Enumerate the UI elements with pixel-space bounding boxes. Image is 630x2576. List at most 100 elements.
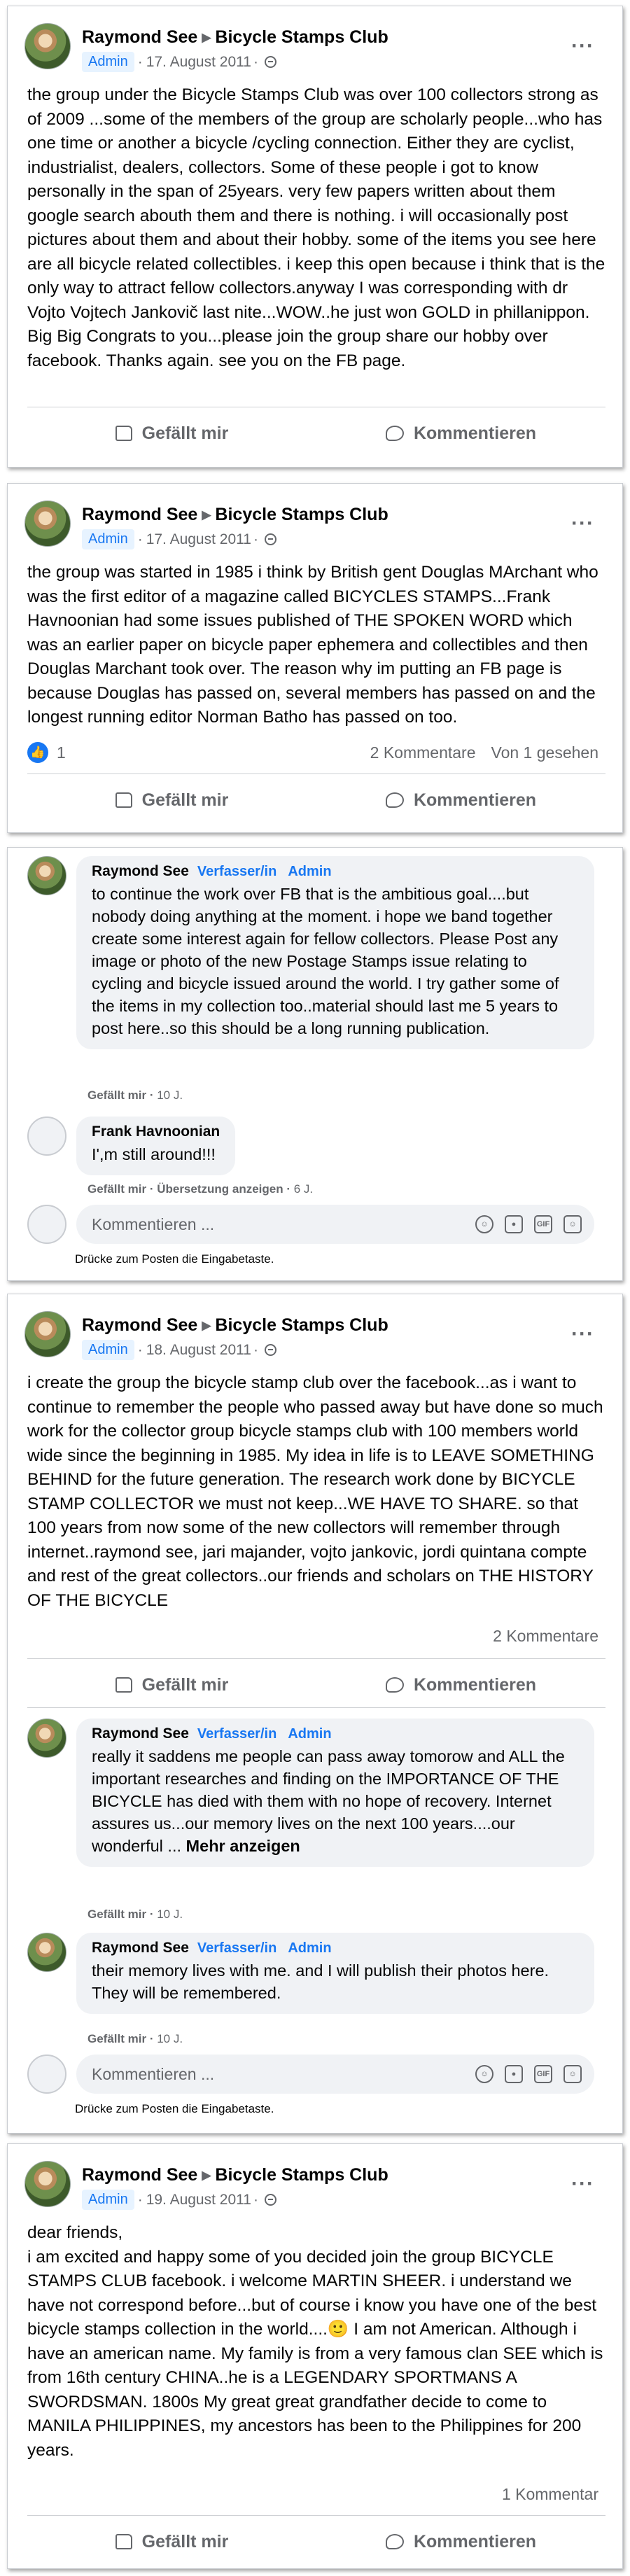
more-options-icon[interactable]: ··· [571,34,594,58]
gif-icon[interactable]: GIF [534,2065,552,2083]
comment-author-line: Raymond See Verfasser/in Admin [92,863,579,880]
comment-icon [385,426,404,441]
comment: Raymond See Verfasser/in Admin their mem… [27,1933,594,2014]
post-text: the group under the Bicycle Stamps Club … [27,85,606,370]
comment-author[interactable]: Raymond See [92,1940,189,1956]
divider [27,1658,606,1659]
comment-meta: Gefällt mir · Übersetzung anzeigen · 6 J… [88,1182,314,1196]
group-name[interactable]: Bicycle Stamps Club [215,505,388,524]
post-date[interactable]: 18. August 2011 [146,1342,251,1359]
comment-button[interactable]: Kommentieren [316,782,606,818]
post-meta: Admin · 17. August 2011 · [82,529,388,550]
like-button[interactable]: Gefällt mir [27,415,316,451]
sticker-icon[interactable]: ☺ [564,1215,582,1233]
comment-author-line: Frank Havnoonian [92,1124,220,1140]
comment-icon [385,2534,404,2549]
comment-meta: Gefällt mir · 10 J. [88,1088,183,1102]
group-name[interactable]: Bicycle Stamps Club [215,2165,388,2185]
author-name[interactable]: Raymond See [82,27,197,47]
comment-age[interactable]: 6 J. [294,1182,313,1196]
comment-thread: Raymond See Verfasser/in Admin to contin… [7,847,623,1281]
admin-badge: Admin [82,1340,134,1360]
admin-badge: Admin [288,1726,332,1742]
avatar[interactable] [27,1116,66,1156]
avatar[interactable] [27,856,66,895]
emoji-icon[interactable]: ☺ [475,1215,493,1233]
comment-text: really it saddens me people can pass awa… [92,1745,579,1857]
author-name[interactable]: Raymond See [82,2165,197,2185]
like-button[interactable]: Gefällt mir [27,782,316,818]
more-options-icon[interactable]: ··· [571,2172,594,2196]
comment-like-link[interactable]: Gefällt mir [88,1907,146,1921]
post-header: Raymond See ▶ Bicycle Stamps Club Admin · … [24,500,388,550]
post-card: Raymond See ▶ Bicycle Stamps Club Admin · … [7,483,623,833]
comment-button[interactable]: Kommentieren [316,415,606,451]
avatar[interactable] [27,1933,66,1972]
post-card: Raymond See ▶ Bicycle Stamps Club Admin · … [7,2143,623,2569]
comment-button[interactable]: Kommentieren [316,2524,606,2560]
comment-age[interactable]: 10 J. [157,1907,183,1921]
post-date[interactable]: 19. August 2011 [146,2192,251,2208]
comment-author[interactable]: Raymond See [92,863,189,880]
comment-label: Kommentieren [413,423,537,443]
comment-label: Kommentieren [413,1674,537,1695]
group-name[interactable]: Bicycle Stamps Club [215,27,388,47]
comment-age[interactable]: 10 J. [157,1088,183,1102]
see-more-link[interactable]: Mehr anzeigen [186,1837,300,1855]
avatar[interactable] [24,1311,71,1357]
like-button[interactable]: Gefällt mir [27,2524,316,2560]
post-stats: 2 Kommentare [27,1622,598,1650]
post-author-line: Raymond See ▶ Bicycle Stamps Club [82,505,388,525]
seen-count[interactable]: Von 1 gesehen [491,743,598,762]
comment: Raymond See Verfasser/in Admin to contin… [27,856,594,1049]
avatar [27,1205,66,1244]
comment-input[interactable]: Kommentieren ... ☺ ● GIF ☺ [76,2054,594,2094]
post-header: Raymond See ▶ Bicycle Stamps Club Admin · … [24,2161,388,2210]
camera-icon[interactable]: ● [505,1215,523,1233]
post-date[interactable]: 17. August 2011 [146,54,251,71]
like-reaction-icon[interactable]: 👍 [27,742,48,763]
comment-age[interactable]: 10 J. [157,2032,183,2045]
comment-composer: Kommentieren ... ☺ ● GIF ☺ [27,2054,594,2094]
camera-icon[interactable]: ● [505,2065,523,2083]
globe-icon [264,2194,276,2206]
avatar[interactable] [24,2161,71,2207]
author-name[interactable]: Raymond See [82,1315,197,1335]
comment-like-link[interactable]: Gefällt mir [88,1088,146,1102]
avatar[interactable] [24,23,71,69]
comment-author-line: Raymond See Verfasser/in Admin [92,1940,579,1956]
comment-count[interactable]: 2 Kommentare [493,1627,598,1646]
comment-like-link[interactable]: Gefällt mir [88,1182,146,1196]
post-date[interactable]: 17. August 2011 [146,531,251,548]
comment-author-line: Raymond See Verfasser/in Admin [92,1726,579,1742]
comment-text: their memory lives with me. and I will p… [92,1961,550,2002]
comment-like-link[interactable]: Gefällt mir [88,2032,146,2045]
avatar[interactable] [24,500,71,547]
comment-count[interactable]: 1 Kommentar [502,2485,598,2504]
more-options-icon[interactable]: ··· [571,1322,594,1346]
comment-button[interactable]: Kommentieren [316,1667,606,1703]
arrow-right-icon: ▶ [202,31,211,44]
admin-badge: Admin [288,1940,332,1956]
composer-tools: ☺ ● GIF ☺ [475,2065,582,2083]
more-options-icon[interactable]: ··· [571,512,594,536]
gif-icon[interactable]: GIF [534,1215,552,1233]
avatar[interactable] [27,1718,66,1758]
translate-link[interactable]: Übersetzung anzeigen [157,1182,283,1196]
admin-badge: Admin [288,863,332,879]
author-badge: Verfasser/in [197,1726,277,1742]
comment-author[interactable]: Frank Havnoonian [92,1124,220,1140]
like-count[interactable]: 1 [57,743,66,762]
comment: Raymond See Verfasser/in Admin really it… [27,1718,594,1867]
comment-input[interactable]: Kommentieren ... ☺ ● GIF ☺ [76,1205,594,1244]
emoji-icon[interactable]: ☺ [475,2065,493,2083]
like-button[interactable]: Gefällt mir [27,1667,316,1703]
comment-count[interactable]: 2 Kommentare [370,743,476,762]
group-name[interactable]: Bicycle Stamps Club [215,1315,388,1335]
author-name[interactable]: Raymond See [82,505,197,524]
comment-author[interactable]: Raymond See [92,1726,189,1742]
comment-text: I',m still around!!! [92,1145,216,1163]
sticker-icon[interactable]: ☺ [564,2065,582,2083]
comment-body: really it saddens me people can pass awa… [92,1747,565,1855]
globe-icon [264,533,276,545]
